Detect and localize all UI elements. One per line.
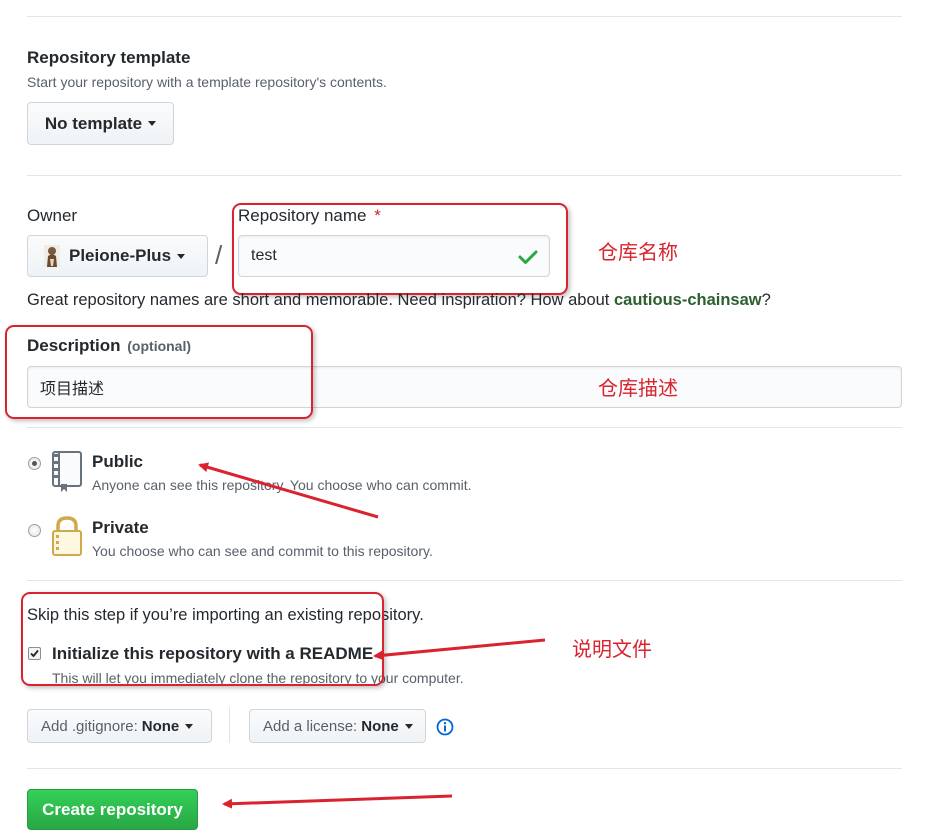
- public-label[interactable]: Public: [92, 452, 143, 472]
- annotation-description: 仓库描述: [598, 376, 678, 400]
- public-radio[interactable]: [28, 457, 41, 470]
- template-note: Start your repository with a template re…: [27, 74, 387, 90]
- readme-note: This will let you immediately clone the …: [52, 670, 464, 686]
- create-repository-label: Create repository: [42, 799, 183, 819]
- button-separator: [229, 707, 230, 743]
- chevron-down-icon: [177, 253, 186, 259]
- chevron-down-icon: [404, 723, 413, 729]
- check-icon: [518, 250, 538, 264]
- repo-name-value: test: [251, 247, 277, 264]
- divider-description: [27, 427, 902, 428]
- chevron-down-icon: [185, 723, 194, 729]
- info-icon[interactable]: [436, 718, 454, 736]
- arrow-to-readme: [373, 638, 546, 661]
- chevron-down-icon: [148, 121, 157, 126]
- public-note: Anyone can see this repository. You choo…: [92, 477, 472, 493]
- gitignore-select-button[interactable]: Add .gitignore: None: [27, 709, 212, 743]
- owner-select-label: Pleione-Plus: [69, 246, 172, 265]
- annotation-readme: 说明文件: [572, 637, 652, 661]
- license-value: None: [361, 717, 399, 735]
- divider-template: [27, 175, 902, 176]
- divider-bottom: [27, 768, 902, 769]
- description-label-text: Description: [27, 336, 121, 355]
- checkmark-icon: [30, 649, 39, 658]
- template-select-label: No template: [44, 113, 143, 133]
- create-repository-button[interactable]: Create repository: [27, 789, 198, 830]
- readme-checkbox[interactable]: [28, 647, 41, 660]
- avatar: [44, 245, 60, 267]
- suggestion-link[interactable]: cautious-chainsaw: [614, 291, 762, 309]
- description-optional: (optional): [127, 338, 192, 354]
- divider-top: [27, 16, 902, 17]
- arrow-to-create: [222, 794, 453, 809]
- license-select-button[interactable]: Add a license: None: [249, 709, 426, 743]
- repo-book-icon: [52, 451, 82, 492]
- repo-name-suggestion: Great repository names are short and mem…: [27, 291, 771, 310]
- skip-note: Skip this step if you’re importing an ex…: [27, 606, 424, 624]
- suggestion-end: ?: [761, 291, 771, 309]
- annotation-repo-name: 仓库名称: [598, 240, 678, 264]
- description-value: 项目描述: [40, 381, 105, 398]
- template-select-button[interactable]: No template: [27, 102, 174, 145]
- license-prefix: Add a license:: [263, 717, 358, 735]
- description-input[interactable]: 项目描述: [27, 366, 902, 408]
- repo-name-label-text: Repository name: [238, 206, 367, 225]
- suggestion-text: Great repository names are short and mem…: [27, 291, 610, 309]
- repo-name-input[interactable]: test: [238, 235, 550, 277]
- description-label: Description (optional): [27, 336, 191, 356]
- repo-name-label: Repository name *: [238, 206, 381, 226]
- gitignore-value: None: [141, 717, 180, 735]
- private-radio[interactable]: [28, 524, 41, 537]
- owner-label: Owner: [27, 206, 78, 225]
- private-note: You choose who can see and commit to thi…: [92, 543, 433, 559]
- readme-label[interactable]: Initialize this repository with a README: [52, 644, 373, 664]
- lock-icon: [52, 516, 82, 556]
- divider-visibility: [27, 580, 902, 581]
- private-label[interactable]: Private: [92, 518, 149, 538]
- owner-select-button[interactable]: Pleione-Plus: [27, 235, 208, 277]
- gitignore-prefix: Add .gitignore:: [41, 717, 138, 735]
- required-mark: *: [374, 206, 381, 225]
- template-title: Repository template: [27, 48, 191, 67]
- owner-repo-separator: /: [215, 240, 223, 270]
